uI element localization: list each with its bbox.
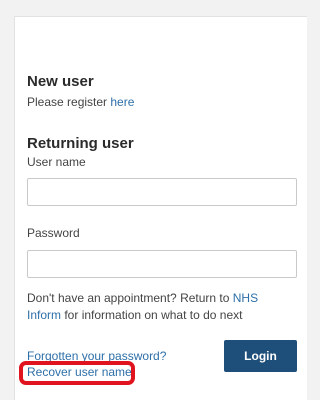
password-input[interactable]	[27, 250, 297, 278]
appointment-info: Don't have an appointment? Return to NHS…	[27, 290, 289, 324]
login-button[interactable]: Login	[224, 340, 297, 372]
recover-username-link[interactable]: Recover user name	[27, 365, 132, 379]
appointment-info-prefix: Don't have an appointment? Return to	[27, 291, 233, 305]
appointment-info-suffix: for information on what to do next	[61, 308, 243, 322]
returning-user-heading: Returning user	[27, 135, 134, 152]
password-label: Password	[27, 226, 80, 240]
register-prompt-text: Please register	[27, 95, 111, 109]
register-prompt: Please register here	[27, 95, 134, 109]
username-label: User name	[27, 155, 86, 169]
forgotten-password-link[interactable]: Forgotten your password?	[27, 349, 166, 363]
new-user-heading: New user	[27, 73, 94, 90]
register-link[interactable]: here	[110, 95, 134, 109]
username-input[interactable]	[27, 178, 297, 206]
